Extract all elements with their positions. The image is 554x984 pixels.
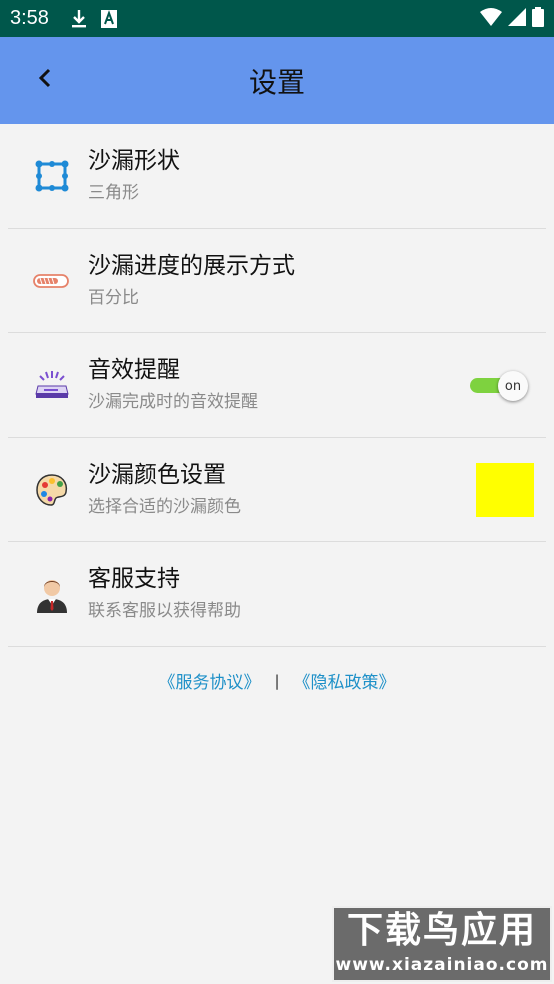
link-separator: | bbox=[274, 671, 280, 690]
setting-title: 沙漏形状 bbox=[88, 148, 180, 174]
setting-title: 沙漏进度的展示方式 bbox=[88, 252, 295, 279]
setting-item-support[interactable]: 客服支持 联系客服以获得帮助 bbox=[0, 542, 554, 647]
setting-subtitle: 选择合适的沙漏颜色 bbox=[88, 496, 241, 517]
palette-icon bbox=[32, 470, 72, 510]
watermark: 下载鸟应用 www.xiazainiao.com bbox=[332, 906, 552, 982]
back-button[interactable] bbox=[30, 65, 60, 95]
setting-item-shape[interactable]: 沙漏形状 三角形 bbox=[0, 124, 554, 229]
support-person-icon bbox=[32, 574, 72, 614]
status-time: 3:58 bbox=[10, 7, 49, 29]
chevron-left-icon bbox=[38, 68, 52, 92]
settings-list: 沙漏形状 三角形 沙漏进度的展示方式 百分比 音效提醒 沙漏完成时的音效提醒 o… bbox=[0, 124, 554, 647]
service-agreement-link[interactable]: 《服务协议》 bbox=[158, 668, 260, 693]
sound-toggle[interactable]: on bbox=[470, 371, 528, 401]
setting-item-color[interactable]: 沙漏颜色设置 选择合适的沙漏颜色 bbox=[0, 438, 554, 543]
watermark-title: 下载鸟应用 bbox=[346, 910, 537, 951]
setting-title: 客服支持 bbox=[88, 566, 180, 592]
shape-icon bbox=[32, 156, 72, 196]
wifi-icon bbox=[480, 7, 502, 30]
setting-subtitle: 沙漏完成时的音效提醒 bbox=[88, 392, 258, 412]
status-bar: 3:58 bbox=[0, 0, 554, 37]
setting-title: 音效提醒 bbox=[88, 357, 180, 383]
setting-item-sound[interactable]: 音效提醒 沙漏完成时的音效提醒 on bbox=[0, 333, 554, 438]
battery-icon bbox=[532, 6, 544, 31]
download-icon bbox=[71, 9, 87, 29]
setting-subtitle: 联系客服以获得帮助 bbox=[88, 601, 241, 621]
page-title: 设置 bbox=[248, 65, 305, 99]
footer-links: 《服务协议》 | 《隐私政策》 bbox=[0, 668, 554, 694]
watermark-url: www.xiazainiao.com bbox=[335, 955, 549, 975]
progress-bar-icon bbox=[32, 261, 72, 301]
toolbar: 设置 bbox=[0, 37, 554, 124]
sound-device-icon bbox=[32, 365, 72, 405]
setting-title: 沙漏颜色设置 bbox=[88, 461, 226, 488]
setting-subtitle: 百分比 bbox=[88, 287, 139, 308]
color-swatch[interactable] bbox=[476, 462, 534, 517]
setting-subtitle: 三角形 bbox=[88, 183, 139, 203]
a-icon bbox=[100, 9, 117, 28]
toggle-knob: on bbox=[498, 371, 528, 401]
privacy-policy-link[interactable]: 《隐私政策》 bbox=[294, 668, 396, 693]
setting-item-progress-display[interactable]: 沙漏进度的展示方式 百分比 bbox=[0, 229, 554, 334]
signal-icon bbox=[508, 7, 526, 30]
